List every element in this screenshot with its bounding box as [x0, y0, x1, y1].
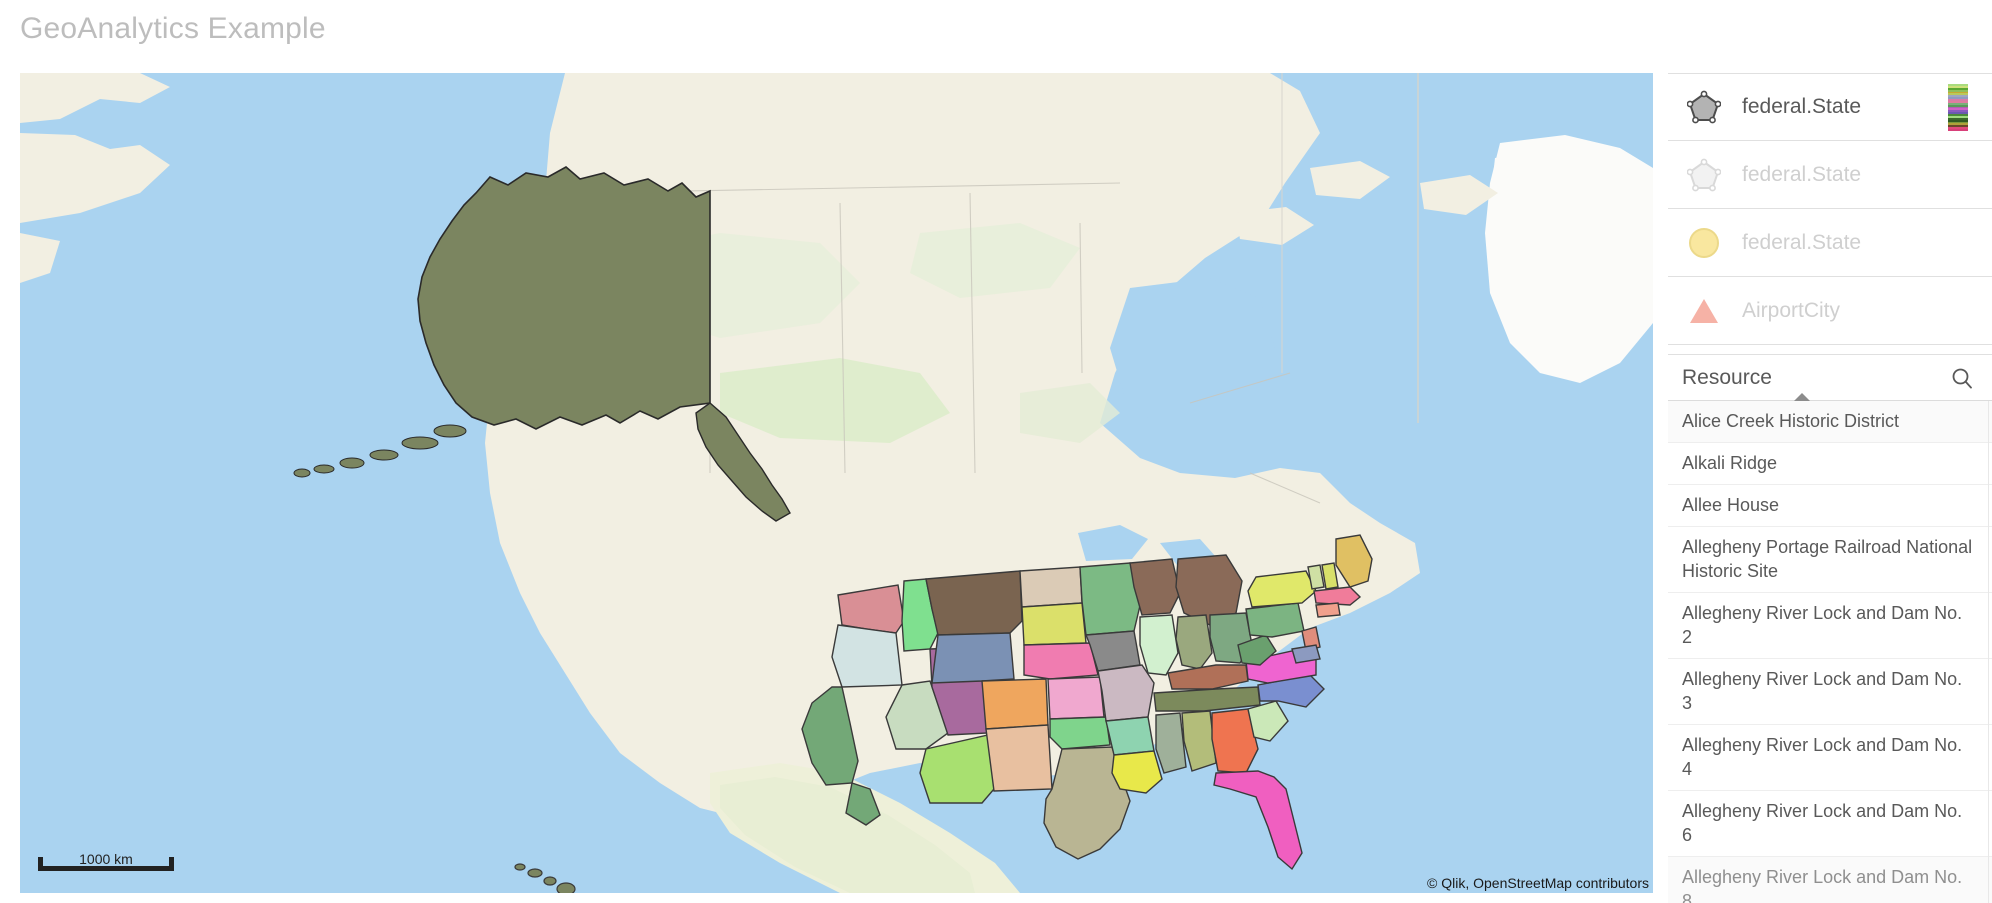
layer-row-federal-state-1[interactable]: federal.State — [1668, 73, 1992, 141]
layer-label: federal.State — [1742, 162, 1862, 186]
search-icon[interactable] — [1950, 366, 1974, 390]
map-scale-bar: 1000 km — [38, 851, 174, 871]
layer-row-federal-state-2[interactable]: federal.State — [1668, 141, 1992, 209]
pentagon-filled-icon — [1682, 85, 1726, 129]
list-item[interactable]: Alkali Ridge — [1668, 443, 1992, 485]
resource-header-title: Resource — [1682, 365, 1772, 389]
circle-icon — [1682, 221, 1726, 265]
triangle-icon — [1682, 289, 1726, 333]
map-attribution: © Qlik, OpenStreetMap contributors — [1427, 875, 1649, 891]
layer-list: federal.State federal.State federal.Stat… — [1668, 73, 1992, 345]
resource-header[interactable]: Resource — [1668, 355, 1992, 401]
layer-color-legend — [1948, 84, 1968, 131]
map-scale-label: 1000 km — [79, 851, 133, 867]
list-item[interactable]: Allegheny Portage Railroad National Hist… — [1668, 527, 1992, 593]
resource-list: Alice Creek Historic District Alkali Rid… — [1668, 401, 1992, 903]
layer-label: AirportCity — [1742, 298, 1841, 322]
list-item[interactable]: Allegheny River Lock and Dam No. 2 — [1668, 593, 1992, 659]
resource-panel: Resource Alice Creek Historic District A… — [1668, 354, 1992, 903]
map-rendering[interactable] — [20, 73, 1653, 893]
pentagon-outline-icon — [1682, 153, 1726, 197]
scale-bar-line — [38, 866, 174, 871]
right-sidebar: federal.State federal.State federal.Stat… — [1668, 73, 1992, 903]
list-item[interactable]: Allegheny River Lock and Dam No. 6 — [1668, 791, 1992, 857]
list-item[interactable]: Allegheny River Lock and Dam No. 8 — [1668, 857, 1992, 903]
sort-ascending-caret — [1794, 393, 1810, 401]
map-canvas[interactable]: 1000 km © Qlik, OpenStreetMap contributo… — [20, 73, 1653, 893]
list-item[interactable]: Allegheny River Lock and Dam No. 3 — [1668, 659, 1992, 725]
scale-bar-tick-left — [38, 857, 43, 871]
list-item[interactable]: Alice Creek Historic District — [1668, 401, 1992, 443]
geoanalytics-app: GeoAnalytics Example 1000 km © Qlik, Ope… — [0, 0, 1992, 903]
resource-list-viewport[interactable]: Alice Creek Historic District Alkali Rid… — [1668, 401, 1992, 903]
scale-bar-tick-right — [169, 857, 174, 871]
layer-row-airportcity[interactable]: AirportCity — [1668, 277, 1992, 345]
layer-row-federal-state-3[interactable]: federal.State — [1668, 209, 1992, 277]
layer-label: federal.State — [1742, 230, 1862, 254]
list-item[interactable]: Allegheny River Lock and Dam No. 4 — [1668, 725, 1992, 791]
page-title: GeoAnalytics Example — [20, 12, 326, 45]
list-item[interactable]: Allee House — [1668, 485, 1992, 527]
layer-label: federal.State — [1742, 95, 1862, 118]
